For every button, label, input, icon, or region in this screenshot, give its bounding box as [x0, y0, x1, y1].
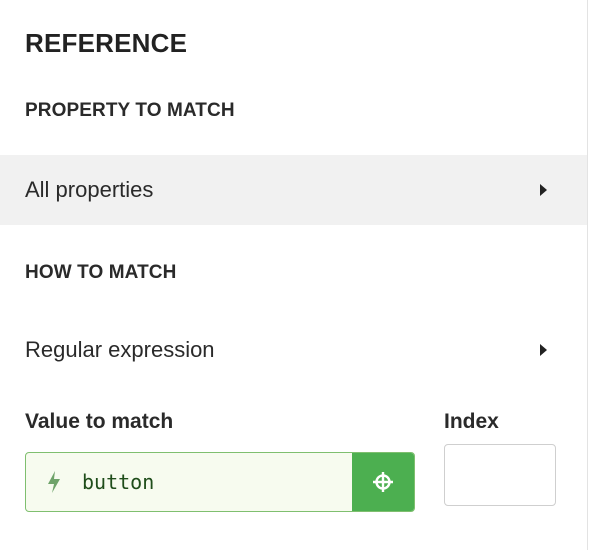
- bolt-icon: [26, 453, 82, 511]
- pick-element-button[interactable]: [352, 453, 414, 511]
- property-to-match-select[interactable]: All properties: [0, 155, 587, 225]
- chevron-right-icon: [540, 344, 547, 356]
- index-input[interactable]: [444, 444, 556, 506]
- how-to-match-label: HOW TO MATCH: [25, 262, 177, 283]
- value-to-match-text[interactable]: button: [82, 453, 352, 511]
- value-to-match-field[interactable]: button: [25, 452, 415, 512]
- reference-panel: REFERENCE PROPERTY TO MATCH All properti…: [0, 0, 588, 550]
- how-to-match-value: Regular expression: [25, 337, 215, 362]
- index-label: Index: [444, 410, 499, 433]
- property-to-match-value: All properties: [25, 177, 154, 202]
- property-to-match-label: PROPERTY TO MATCH: [25, 100, 235, 121]
- chevron-right-icon: [540, 184, 547, 196]
- crosshair-icon: [373, 472, 393, 492]
- how-to-match-select[interactable]: Regular expression: [0, 315, 587, 385]
- value-to-match-label: Value to match: [25, 410, 174, 433]
- panel-title: REFERENCE: [25, 28, 188, 58]
